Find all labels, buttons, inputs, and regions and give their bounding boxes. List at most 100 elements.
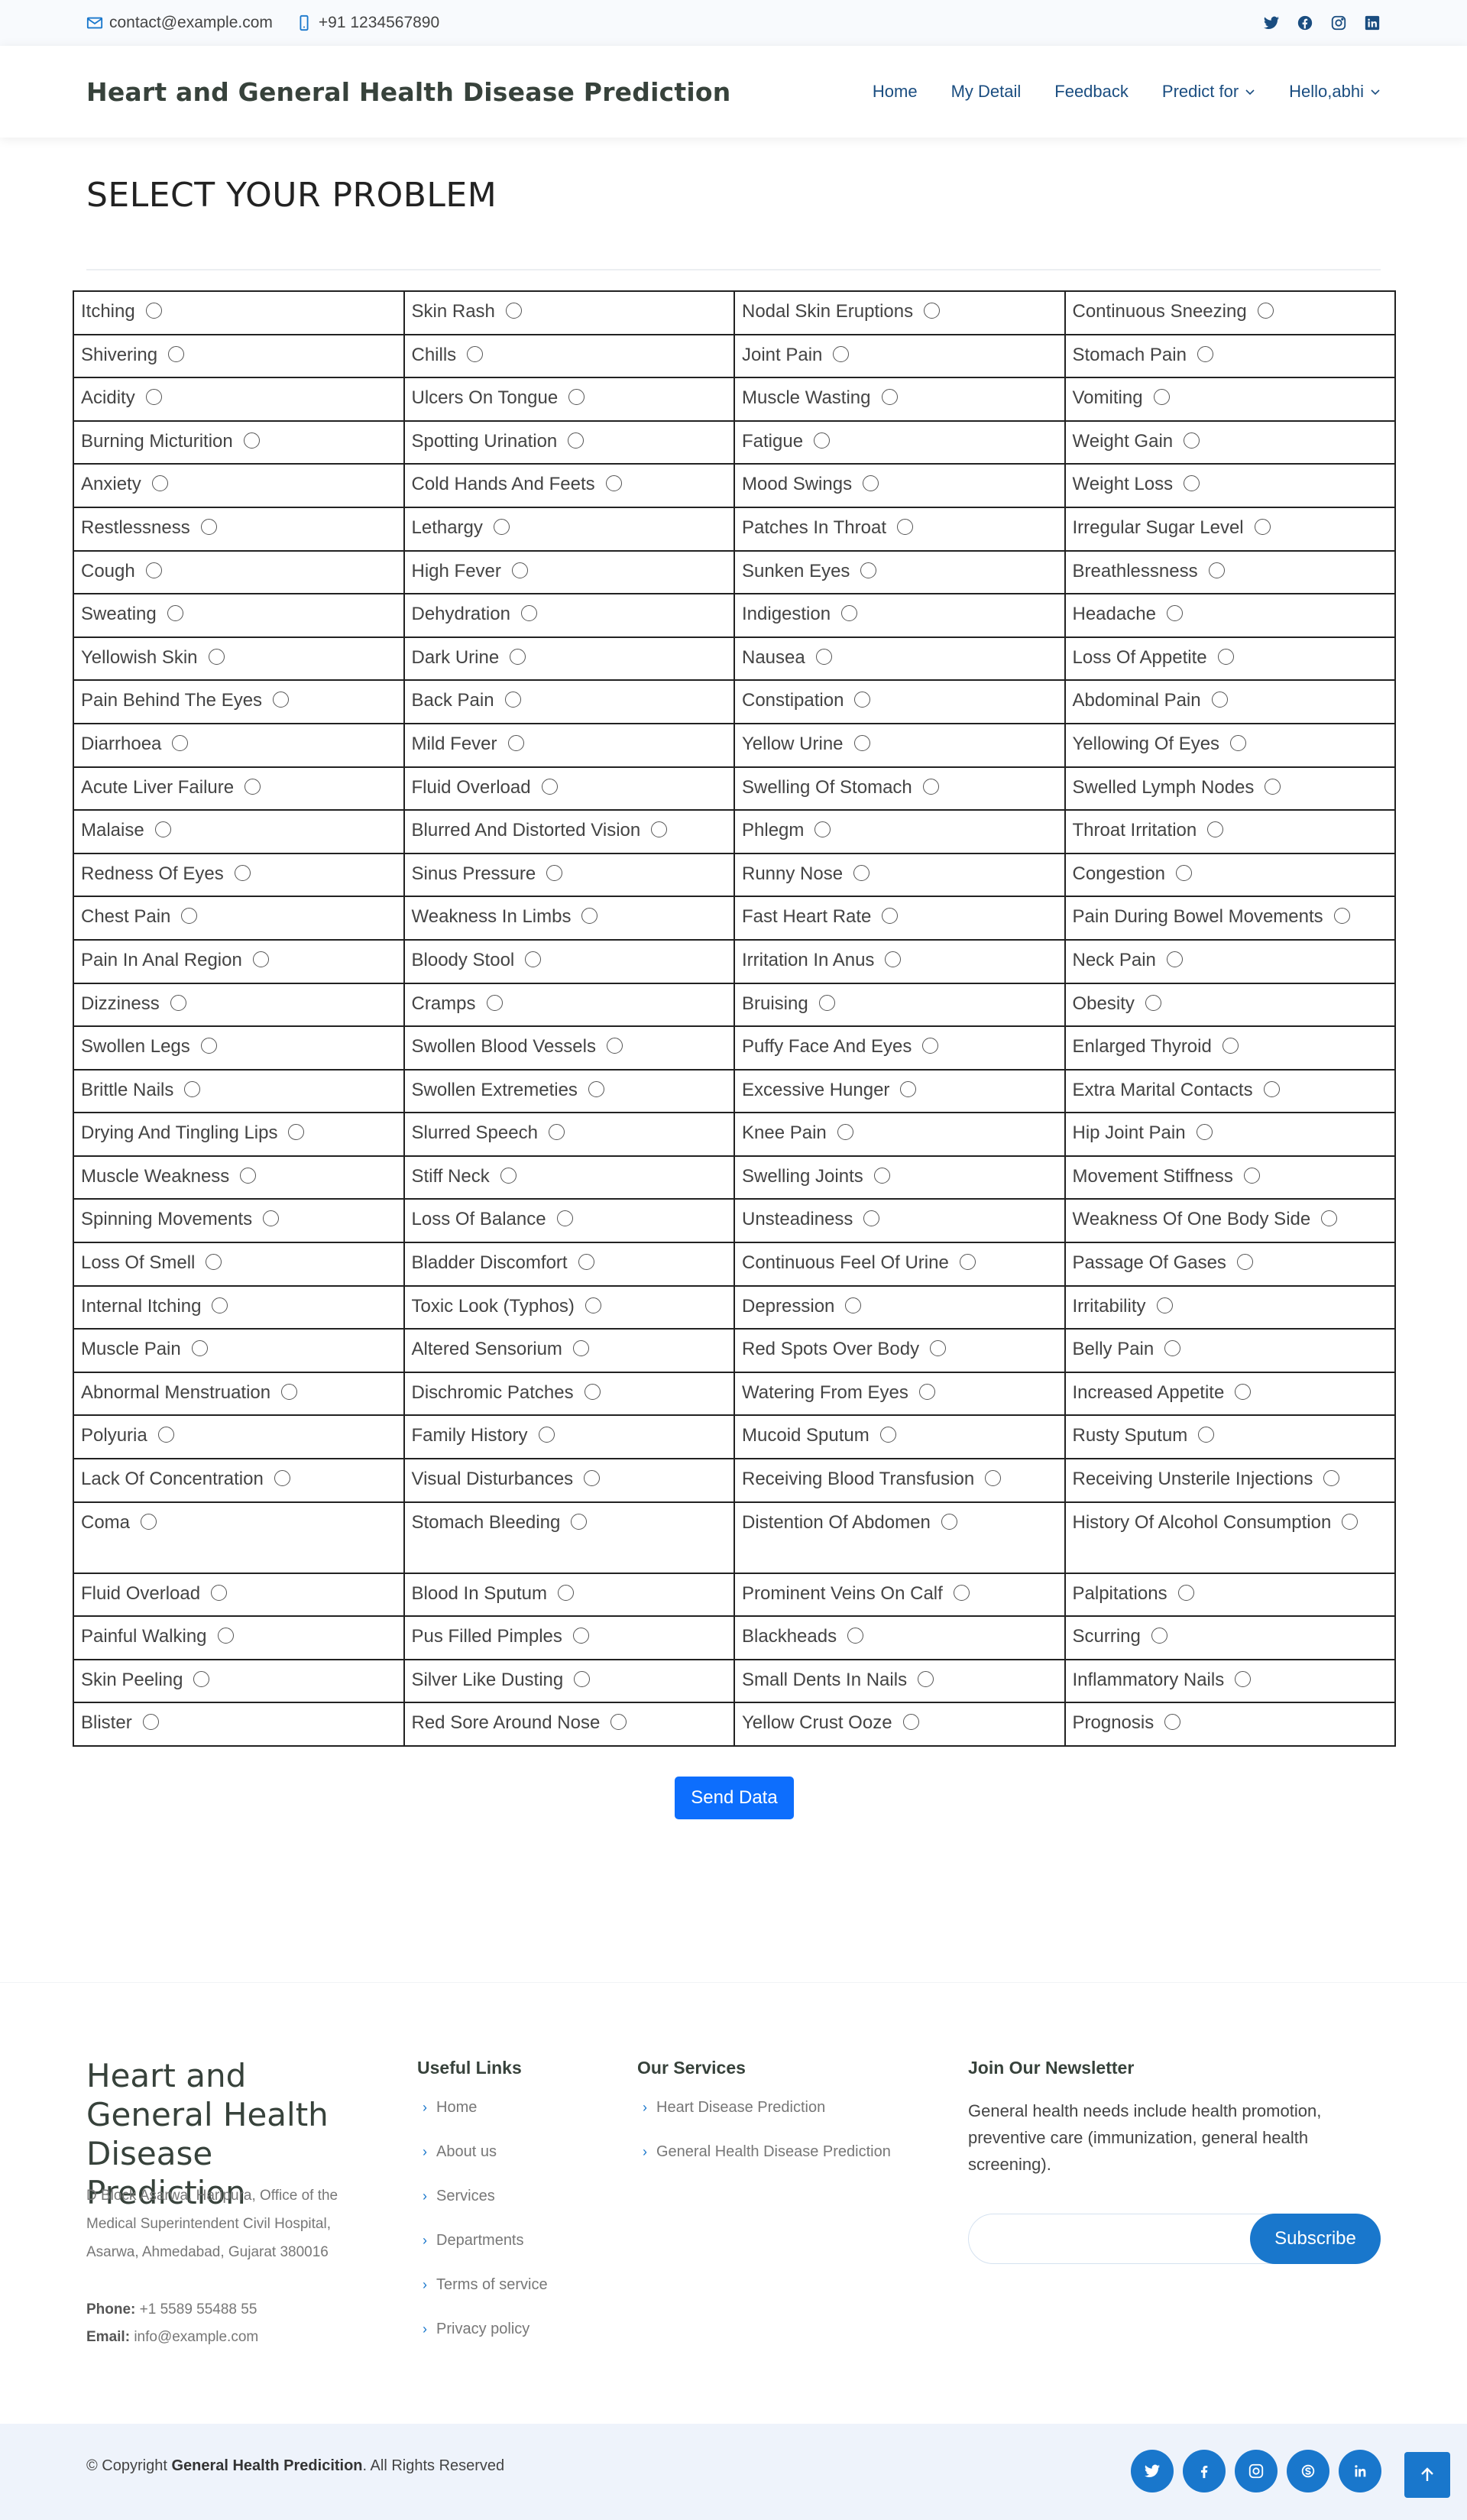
symptom-radio[interactable] [1321, 1210, 1338, 1227]
symptom-radio[interactable] [1198, 1427, 1215, 1443]
send-data-button[interactable]: Send Data [675, 1777, 794, 1819]
symptom-radio[interactable] [208, 648, 225, 665]
footer-link-services[interactable]: › Services [423, 2188, 495, 2205]
symptom-radio[interactable] [814, 432, 831, 449]
symptom-radio[interactable] [170, 994, 186, 1011]
symptom-radio[interactable] [243, 432, 260, 449]
symptom-radio[interactable] [885, 951, 902, 967]
symptom-radio[interactable] [206, 1254, 222, 1271]
symptom-radio[interactable] [274, 1470, 290, 1487]
symptom-radio[interactable] [520, 605, 537, 622]
symptom-radio[interactable] [168, 345, 185, 362]
symptom-radio[interactable] [1175, 864, 1192, 881]
symptom-radio[interactable] [252, 951, 269, 967]
symptom-radio[interactable] [1177, 1584, 1194, 1601]
symptom-radio[interactable] [191, 1340, 208, 1357]
symptom-radio[interactable] [142, 1714, 159, 1731]
symptom-radio[interactable] [924, 303, 941, 319]
symptom-radio[interactable] [556, 1210, 573, 1227]
symptom-radio[interactable] [900, 1080, 917, 1097]
symptom-radio[interactable] [1263, 1080, 1280, 1097]
nav-user-menu[interactable]: Hello,abhi [1289, 82, 1381, 102]
symptom-radio[interactable] [234, 864, 251, 881]
symptom-radio[interactable] [1145, 994, 1161, 1011]
symptom-radio[interactable] [1151, 1628, 1167, 1644]
symptom-radio[interactable] [172, 734, 189, 751]
symptom-radio[interactable] [959, 1254, 976, 1271]
subscribe-button[interactable]: Subscribe [1250, 2214, 1381, 2264]
symptom-radio[interactable] [1235, 1383, 1252, 1400]
symptom-radio[interactable] [467, 345, 484, 362]
symptom-radio[interactable] [853, 734, 870, 751]
symptom-radio[interactable] [1207, 821, 1224, 838]
nav-predict-for[interactable]: Predict for [1162, 82, 1255, 102]
symptom-radio[interactable] [281, 1383, 298, 1400]
symptom-radio[interactable] [953, 1584, 970, 1601]
symptom-radio[interactable] [574, 1670, 591, 1687]
symptom-radio[interactable] [568, 432, 585, 449]
symptom-radio[interactable] [557, 1584, 574, 1601]
symptom-radio[interactable] [193, 1670, 210, 1687]
footer-skype-button[interactable] [1287, 2450, 1329, 2492]
symptom-radio[interactable] [1184, 475, 1200, 492]
symptom-radio[interactable] [1230, 734, 1247, 751]
symptom-radio[interactable] [200, 1038, 217, 1054]
symptom-radio[interactable] [1166, 951, 1183, 967]
symptom-radio[interactable] [833, 345, 850, 362]
footer-instagram-button[interactable] [1235, 2450, 1278, 2492]
symptom-radio[interactable] [651, 821, 668, 838]
symptom-radio[interactable] [504, 692, 521, 708]
symptom-radio[interactable] [606, 1038, 623, 1054]
footer-link-privacy[interactable]: › Privacy policy [423, 2321, 529, 2338]
symptom-radio[interactable] [853, 864, 870, 881]
symptom-radio[interactable] [1208, 562, 1225, 578]
symptom-radio[interactable] [815, 648, 832, 665]
nav-my-detail[interactable]: My Detail [951, 82, 1022, 102]
symptom-radio[interactable] [578, 1254, 594, 1271]
symptom-radio[interactable] [841, 605, 858, 622]
back-to-top-button[interactable] [1404, 2452, 1450, 2498]
symptom-radio[interactable] [1254, 518, 1271, 535]
symptom-radio[interactable] [918, 1670, 934, 1687]
symptom-radio[interactable] [1243, 1167, 1260, 1184]
symptom-radio[interactable] [546, 864, 563, 881]
symptom-radio[interactable] [1164, 1340, 1181, 1357]
symptom-radio[interactable] [507, 734, 524, 751]
symptom-radio[interactable] [581, 908, 598, 925]
symptom-radio[interactable] [181, 908, 198, 925]
symptom-radio[interactable] [1197, 345, 1213, 362]
symptom-radio[interactable] [1235, 1670, 1252, 1687]
symptom-radio[interactable] [854, 692, 871, 708]
symptom-radio[interactable] [873, 1167, 890, 1184]
symptom-radio[interactable] [145, 562, 162, 578]
footer-link-home[interactable]: › Home [423, 2099, 477, 2117]
symptom-radio[interactable] [200, 518, 217, 535]
footer-link-departments[interactable]: › Departments [423, 2232, 524, 2250]
symptom-radio[interactable] [814, 821, 831, 838]
symptom-radio[interactable] [860, 562, 877, 578]
footer-twitter-button[interactable] [1131, 2450, 1174, 2492]
nav-feedback[interactable]: Feedback [1054, 82, 1129, 102]
footer-service-heart[interactable]: › Heart Disease Prediction [643, 2099, 825, 2117]
symptom-radio[interactable] [184, 1080, 201, 1097]
symptom-radio[interactable] [167, 605, 183, 622]
symptom-radio[interactable] [985, 1470, 1002, 1487]
symptom-radio[interactable] [588, 1080, 604, 1097]
symptom-radio[interactable] [151, 475, 168, 492]
symptom-radio[interactable] [572, 1628, 589, 1644]
symptom-radio[interactable] [486, 994, 503, 1011]
footer-link-about[interactable]: › About us [423, 2143, 497, 2161]
symptom-radio[interactable] [881, 389, 898, 406]
symptom-radio[interactable] [1211, 692, 1228, 708]
symptom-radio[interactable] [572, 1340, 589, 1357]
symptom-radio[interactable] [863, 475, 879, 492]
symptom-radio[interactable] [263, 1210, 280, 1227]
symptom-radio[interactable] [1153, 389, 1170, 406]
symptom-radio[interactable] [1164, 1714, 1181, 1731]
footer-facebook-button[interactable] [1183, 2450, 1226, 2492]
symptom-radio[interactable] [510, 648, 526, 665]
symptom-radio[interactable] [500, 1167, 517, 1184]
symptom-radio[interactable] [1156, 1297, 1173, 1313]
contact-email[interactable]: contact@example.com [86, 14, 273, 32]
symptom-radio[interactable] [837, 1124, 853, 1141]
